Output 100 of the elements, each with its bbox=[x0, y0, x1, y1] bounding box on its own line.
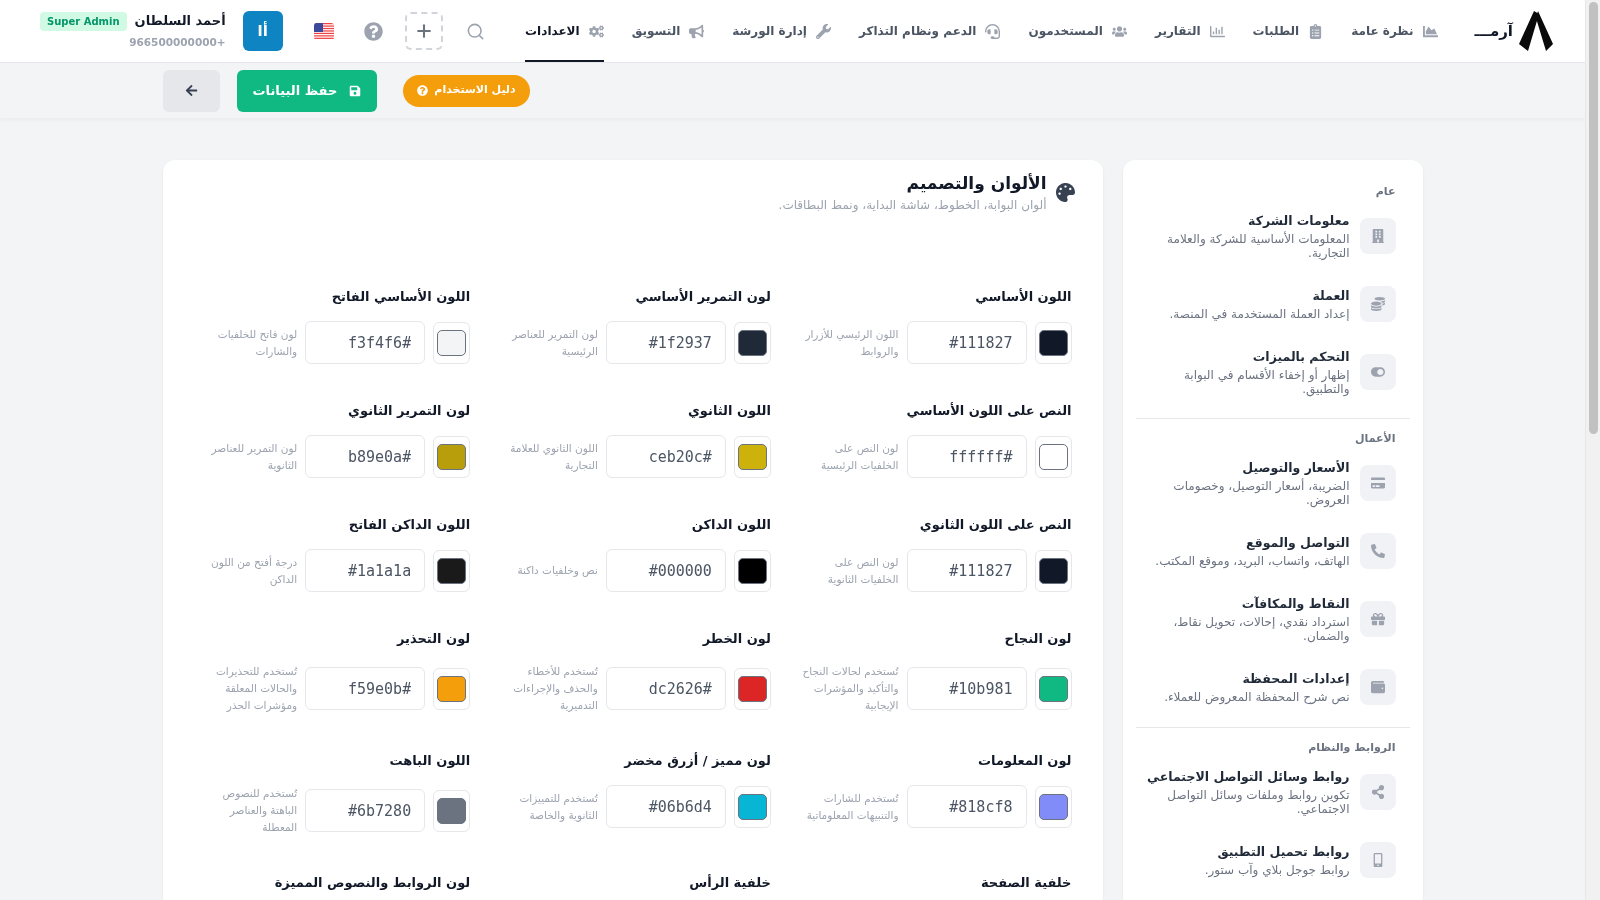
color-picker-button[interactable] bbox=[433, 789, 471, 832]
color-picker-button[interactable] bbox=[733, 667, 771, 710]
field-label: لون النجاح bbox=[1004, 630, 1072, 648]
mobile-phone-icon bbox=[1359, 842, 1396, 878]
nav-tab[interactable]: نظرة عامة bbox=[1351, 0, 1438, 62]
field-hint: اللون الثانوي للعلامة التجارية bbox=[509, 440, 598, 474]
nav-tab[interactable]: إدارة الورشة bbox=[732, 0, 831, 62]
settings-nav-item[interactable]: التحكم بالميزات إظهار أو إخفاء الأقسام في البوابة والتطبيق. bbox=[1135, 335, 1410, 409]
nav-tab[interactable]: التقارير bbox=[1155, 0, 1225, 62]
clipboard-icon bbox=[1308, 23, 1324, 39]
hex-input[interactable]: #1a1a1a bbox=[305, 549, 426, 592]
megaphone-icon bbox=[689, 23, 705, 39]
field-label: خلفية الرأس bbox=[689, 873, 771, 892]
question-icon bbox=[417, 85, 429, 96]
section-heading: الروابط والنظام bbox=[1307, 740, 1397, 754]
hex-input[interactable]: #b89e0a bbox=[305, 435, 426, 478]
section-heading: عام bbox=[1374, 185, 1397, 198]
hex-input[interactable]: #1f2937 bbox=[605, 321, 726, 364]
hex-input[interactable]: #000000 bbox=[605, 549, 726, 592]
settings-nav-item[interactable]: النقاط والمكافآت استرداد نقدي، إحالات، تحويل نقاط، والضمان. bbox=[1135, 582, 1410, 656]
color-picker-button[interactable] bbox=[1034, 667, 1072, 710]
role-badge: Super Admin bbox=[40, 11, 127, 31]
logo-icon bbox=[1519, 11, 1553, 51]
field-label: اللون الداكن bbox=[691, 516, 771, 534]
credit-card-icon bbox=[1359, 465, 1396, 501]
field-hint: لون التمرير للعناصر الثانوية bbox=[210, 440, 298, 474]
nav-tab[interactable]: الطلبات bbox=[1252, 0, 1324, 62]
add-button[interactable] bbox=[404, 12, 443, 50]
nav-tab[interactable]: الدعم ونظام التذاكر bbox=[858, 0, 1001, 62]
help-icon[interactable] bbox=[363, 21, 383, 41]
building-icon bbox=[1359, 218, 1396, 254]
field-label: اللون الباهت bbox=[389, 752, 471, 770]
color-picker-button[interactable] bbox=[433, 435, 471, 478]
arrow-left-icon bbox=[184, 84, 198, 97]
field-hint: اللون الرئيسي للأزرار والروابط bbox=[804, 326, 899, 360]
hex-input[interactable]: #111827 bbox=[906, 321, 1027, 364]
settings-nav-item[interactable]: معلومات الشركة المعلومات الأساسية للشركة والعلامة التجارية. bbox=[1135, 199, 1410, 273]
field-label: اللون الثانوي bbox=[687, 402, 771, 420]
section-heading: الأعمال bbox=[1353, 430, 1397, 445]
hex-input[interactable]: #6b7280 bbox=[305, 789, 426, 832]
color-picker-button[interactable] bbox=[1034, 785, 1072, 828]
settings-nav-item[interactable]: التواصل والموقع الهاتف، واتساب، البريد، وموقع المكتب. bbox=[1135, 520, 1410, 582]
color-picker-button[interactable] bbox=[1034, 549, 1072, 592]
color-picker-button[interactable] bbox=[733, 785, 771, 828]
hex-input[interactable]: #ffffff bbox=[906, 435, 1027, 478]
search-icon[interactable] bbox=[465, 21, 485, 41]
settings-nav-item[interactable]: العملة إعداد العملة المستخدمة في المنصة. bbox=[1135, 273, 1410, 335]
color-picker-button[interactable] bbox=[733, 549, 771, 592]
color-picker-button[interactable] bbox=[1034, 435, 1072, 478]
nav-tab[interactable]: التسويق bbox=[631, 0, 705, 62]
settings-nav-item[interactable]: روابط تحميل التطبيق روابط جوجل بلاي وآب ستور. bbox=[1135, 829, 1410, 891]
panel-title: الألوان والتصميم bbox=[906, 172, 1047, 194]
settings-nav-item[interactable]: إعدادات المحفظة نص شرح المحفظة المعروض للعملاء. bbox=[1135, 656, 1410, 718]
share-icon bbox=[1359, 774, 1396, 810]
field-hint: لون فاتح للخلفيات والشارات bbox=[216, 326, 298, 360]
headset-icon bbox=[985, 23, 1001, 39]
hex-input[interactable]: #06b6d4 bbox=[605, 785, 726, 828]
brand-name: آرمـــ bbox=[1474, 20, 1513, 42]
nav-tab[interactable]: المستخدمون bbox=[1028, 0, 1127, 62]
scrollbar-thumb[interactable] bbox=[1588, 2, 1598, 434]
color-picker-button[interactable] bbox=[733, 321, 771, 364]
gears-icon bbox=[588, 23, 604, 39]
hex-input[interactable]: #ceb20c bbox=[605, 435, 726, 478]
coins-icon bbox=[1359, 286, 1396, 322]
color-picker-button[interactable] bbox=[433, 549, 471, 592]
phone-number: +966500000000 bbox=[129, 34, 226, 50]
area-chart-icon bbox=[1422, 23, 1438, 39]
user-avatar[interactable]: أا bbox=[242, 11, 283, 51]
hex-input[interactable]: #10b981 bbox=[906, 667, 1027, 710]
field-hint: تُستخدم للشارات والتنبيهات المعلوماتية bbox=[805, 790, 899, 824]
hex-input[interactable]: #dc2626 bbox=[605, 667, 726, 710]
hex-input[interactable]: #f3f4f6 bbox=[305, 321, 426, 364]
field-hint: تُستخدم لحالات النجاح والتأكيد والمؤشرات الإيجابية bbox=[801, 664, 899, 714]
flag-icon[interactable] bbox=[313, 22, 334, 40]
field-hint: نص وخلفيات داكنة bbox=[516, 563, 598, 579]
user-name: أحمد السلطان bbox=[134, 11, 226, 31]
wrench-icon bbox=[815, 23, 831, 39]
color-picker-button[interactable] bbox=[733, 435, 771, 478]
phone-icon bbox=[1359, 533, 1396, 569]
field-label: لون الخطر bbox=[702, 630, 771, 648]
users-icon bbox=[1112, 23, 1127, 39]
color-picker-button[interactable] bbox=[433, 667, 471, 710]
settings-nav-item[interactable]: روابط وسائل التواصل الاجتماعي تكوين روابط وملفات وسائل التواصل الاجتماعي. bbox=[1135, 755, 1410, 829]
field-hint: تُستخدم للتمييزات الثانوية والخاصة bbox=[518, 790, 598, 824]
hex-input[interactable]: #111827 bbox=[906, 549, 1027, 592]
field-label: اللون الداكن الفاتح bbox=[348, 516, 471, 534]
field-label: لون التحذير bbox=[397, 630, 471, 648]
hex-input[interactable]: #818cf8 bbox=[906, 785, 1027, 828]
color-picker-button[interactable] bbox=[1034, 321, 1072, 364]
field-label: النص على اللون الثانوي bbox=[919, 516, 1072, 534]
field-hint: درجة أفتح من اللون الداكن bbox=[210, 554, 298, 588]
field-label: لون الروابط والنصوص المميزة bbox=[274, 874, 471, 892]
field-label: خلفية الصفحة bbox=[981, 874, 1072, 892]
field-label: اللون الأساسي bbox=[975, 287, 1072, 306]
hex-input[interactable]: #f59e0b bbox=[305, 667, 426, 710]
field-label: لون مميز / أزرق مخضر bbox=[624, 751, 771, 770]
settings-nav-item[interactable]: الأسعار والتوصيل الضريبة، أسعار التوصيل، وخصومات العروض. bbox=[1135, 446, 1410, 520]
color-picker-button[interactable] bbox=[433, 321, 471, 364]
bar-chart-icon bbox=[1209, 23, 1225, 39]
field-hint: تُستخدم للأخطاء والحذف والإجراءات التدميرية bbox=[512, 664, 598, 714]
